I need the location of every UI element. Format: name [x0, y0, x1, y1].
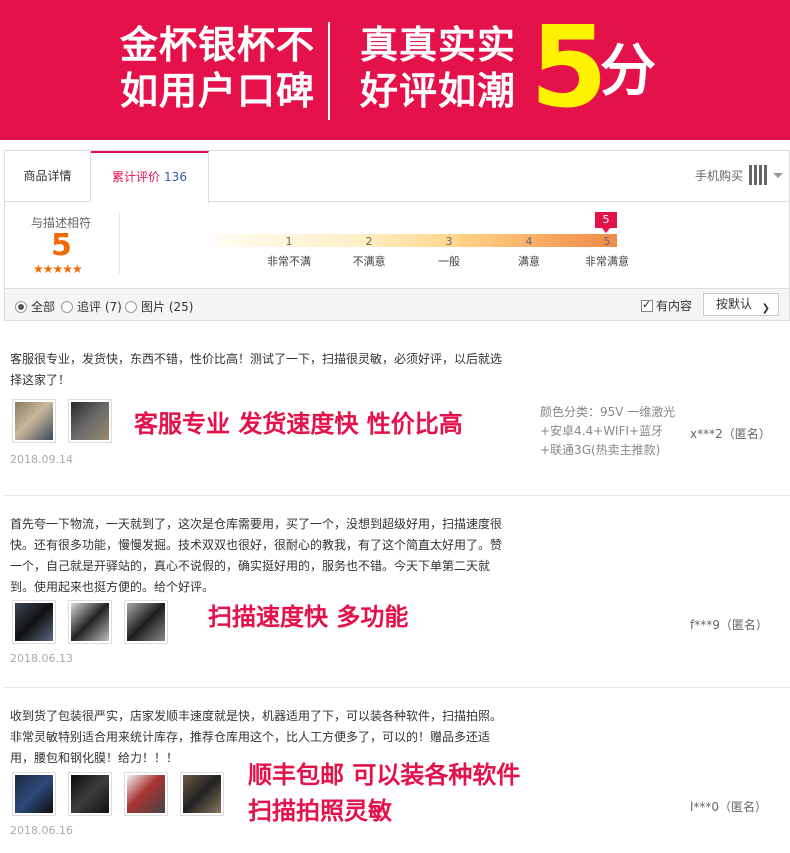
product-tabs: 商品详情 累计评价 136 手机购买 — [4, 150, 790, 203]
banner-line2-left: 如用户口碑 — [120, 69, 316, 113]
scale-tick: 5 — [603, 235, 611, 248]
radio-icon — [125, 300, 137, 313]
scale-label: 不满意 — [352, 255, 386, 268]
review-user: x***2（匿名） — [690, 427, 771, 441]
review-date: 2018.06.16 — [10, 824, 73, 837]
review-sku-line: +安卓4.4+WIFI+蓝牙 — [540, 424, 664, 438]
review-photo[interactable] — [12, 772, 56, 816]
chevron-down-icon — [773, 172, 783, 178]
has-content-label: 有内容 — [656, 299, 693, 313]
chevron-down-icon: ❯ — [761, 303, 770, 314]
review-sku-line: 颜色分类：95V 一维激光 — [540, 405, 676, 419]
review-photo[interactable] — [124, 772, 168, 816]
review-photo[interactable] — [68, 772, 112, 816]
scale-label: 满意 — [518, 255, 540, 268]
sort-dropdown[interactable]: 按默认 ❯ — [703, 293, 779, 316]
mobile-buy-button[interactable]: 手机购买 — [695, 165, 783, 185]
scale-label: 非常不满 — [267, 255, 311, 268]
review-photo[interactable] — [180, 772, 224, 816]
banner-line1-left: 金杯银杯不 — [120, 23, 316, 67]
current-score-flag: 5 — [595, 212, 617, 233]
review-sku: 颜色分类：95V 一维激光 +安卓4.4+WIFI+蓝牙 +联通3G(热卖主推款… — [540, 403, 686, 460]
tab-reviews-label: 累计评价 — [112, 170, 161, 184]
review-highlight: 扫描速度快 多功能 — [208, 603, 409, 631]
review-highlight: 顺丰包邮 可以装各种软件 — [248, 761, 521, 789]
qr-code-icon — [749, 165, 769, 185]
radio-selected-icon — [15, 300, 27, 313]
review-text: 首先夸一下物流，一天就到了，这次是仓库需要用，买了一个，没想到超级好用，扫描速度… — [10, 517, 503, 594]
has-content-checkbox[interactable]: 有内容 — [641, 297, 692, 314]
review-photo[interactable] — [12, 600, 56, 644]
scale-label: 一般 — [438, 255, 460, 268]
banner-score: 5 — [530, 3, 608, 133]
review-photo[interactable] — [68, 399, 112, 443]
review-sku-line: +联通3G(热卖主推款) — [540, 443, 661, 457]
checkbox-checked-icon — [641, 298, 653, 312]
rating-scale-bar — [215, 234, 617, 247]
rating-divider — [119, 212, 120, 274]
review-filter-bar: 全部 追评 (7) 图片 (25) 有内容 按默认 ❯ — [4, 288, 790, 321]
filter-all-label: 全部 — [31, 300, 56, 314]
filter-all-radio[interactable]: 全部 — [15, 298, 55, 315]
review-item: 首先夸一下物流，一天就到了，这次是仓库需要用，买了一个，没想到超级好用，扫描速度… — [4, 496, 790, 688]
scale-tick: 4 — [525, 235, 533, 248]
banner-divider — [328, 22, 330, 120]
filter-images-label: 图片 (25) — [141, 300, 194, 314]
rating-summary: 与描述相符 5 ★★★★★ 5 1 2 3 4 5 非常不满 不满意 一般 满意… — [4, 202, 790, 288]
mobile-buy-label: 手机购买 — [694, 168, 743, 183]
review-user: l***0（匿名） — [690, 800, 767, 814]
scale-tick: 1 — [285, 235, 293, 248]
review-user: f***9（匿名） — [690, 618, 768, 632]
review-highlight: 扫描拍照灵敏 — [248, 797, 392, 825]
review-photo[interactable] — [124, 600, 168, 644]
tab-product-detail[interactable]: 商品详情 — [5, 151, 91, 201]
review-item: 客服很专业，发货快，东西不错，性价比高！测试了一下，扫描很灵敏，必须好评，以后就… — [4, 321, 790, 496]
sort-dropdown-value: 按默认 — [716, 297, 753, 311]
scale-tick: 3 — [445, 235, 453, 248]
promo-banner: 金杯银杯不 如用户口碑 真真实实 好评如潮 5 分 — [0, 0, 790, 140]
tab-reviews-count: 136 — [164, 170, 187, 184]
banner-right-text: 真真实实 好评如潮 — [360, 22, 516, 114]
tab-reviews[interactable]: 累计评价 136 — [91, 151, 209, 203]
filter-followup-label: 追评 (7) — [77, 300, 122, 314]
match-description-score: 5 — [51, 228, 72, 263]
radio-icon — [61, 300, 73, 313]
review-highlight: 客服专业 发货速度快 性价比高 — [134, 410, 463, 438]
banner-line1-right: 真真实实 — [360, 23, 517, 67]
scale-label: 非常满意 — [585, 255, 629, 268]
banner-line2-right: 好评如潮 — [360, 69, 517, 113]
review-item: 收到货了包装很严实，店家发顺丰速度就是快，机器适用了下，可以装各种软件，扫描拍照… — [4, 688, 790, 853]
review-text: 客服很专业，发货快，东西不错，性价比高！测试了一下，扫描很灵敏，必须好评，以后就… — [10, 352, 503, 387]
filter-images-radio[interactable]: 图片 (25) — [125, 298, 193, 315]
review-photo[interactable] — [12, 399, 56, 443]
review-date: 2018.06.13 — [10, 652, 73, 665]
banner-left-text: 金杯银杯不 如用户口碑 — [120, 22, 315, 114]
scale-tick: 2 — [365, 235, 373, 248]
review-photo[interactable] — [68, 600, 112, 644]
star-rating: ★★★★★ — [33, 262, 83, 276]
banner-score-unit: 分 — [600, 39, 656, 104]
review-date: 2018.09.14 — [10, 453, 73, 466]
filter-followup-radio[interactable]: 追评 (7) — [61, 298, 122, 315]
